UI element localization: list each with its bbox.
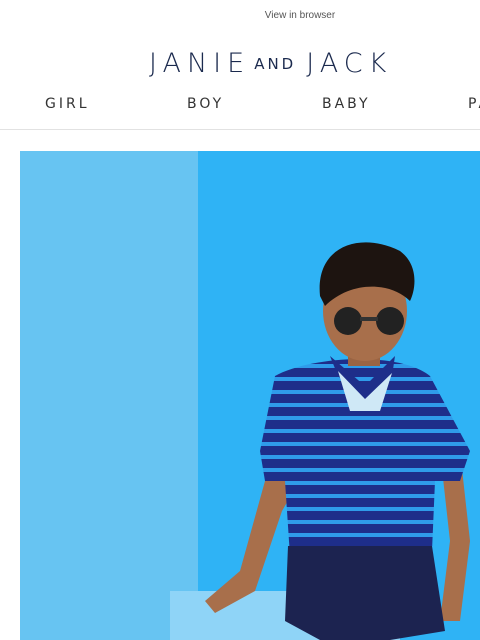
main-nav: GIRL BOY BABY PA <box>0 96 480 116</box>
view-in-browser-link[interactable]: View in browser <box>0 10 480 21</box>
nav-item-girl[interactable]: GIRL <box>45 96 90 112</box>
nav-item-baby[interactable]: BABY <box>322 96 371 112</box>
nav-item-boy[interactable]: BOY <box>187 96 224 112</box>
header-divider <box>0 129 480 130</box>
logo-word-jack: JACK <box>306 48 393 79</box>
hero-image[interactable] <box>20 151 480 640</box>
logo-word-janie: JANIE <box>149 48 251 79</box>
brand-logo[interactable]: JANIE AND JACK <box>149 48 392 79</box>
hero-photo-boy-striped-polo <box>20 151 480 640</box>
logo-word-and: AND <box>254 55 297 73</box>
nav-item-partial[interactable]: PA <box>468 96 480 112</box>
